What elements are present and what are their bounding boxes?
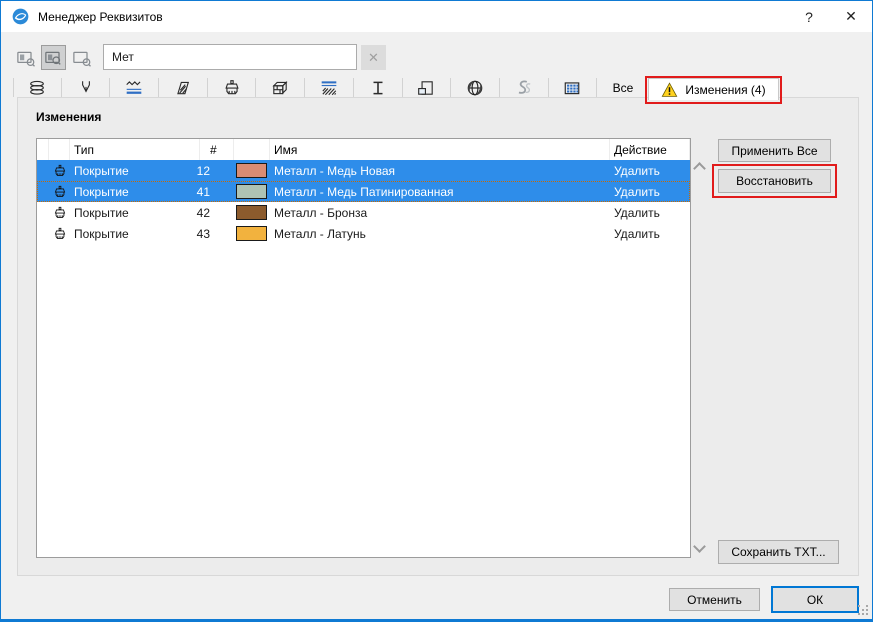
header-name: Имя [270,139,610,160]
color-swatch [236,163,267,178]
row-type: Покрытие [74,184,129,199]
tab-operation-profiles[interactable] [500,78,549,97]
header-type: Тип [70,139,200,160]
row-number: 12 [196,163,210,178]
color-swatch [236,184,267,199]
search-name-icon[interactable] [69,45,94,70]
header-number: # [200,139,234,160]
close-button[interactable]: ✕ [830,1,872,32]
table-row[interactable]: Покрытие 41 Металл - Медь Патинированная… [37,181,690,202]
tab-pens[interactable] [62,78,111,97]
tab-changes[interactable]: Изменения (4) [648,78,779,100]
header-color [234,139,270,160]
restore-button[interactable]: Восстановить [718,169,831,193]
tab-line-types[interactable] [110,78,160,97]
ok-button[interactable]: ОК [771,586,859,613]
tab-cities[interactable] [451,78,500,97]
tab-all[interactable]: Все [597,78,649,97]
attribute-type-tabs [13,78,598,98]
resize-grip[interactable] [858,605,860,607]
table-row[interactable]: Покрытие 12 Металл - Медь Новая Удалить [37,160,690,181]
color-swatch [236,226,267,241]
surface-brush-icon [49,202,70,223]
surface-brush-icon [49,223,70,244]
attribute-manager-dialog: Менеджер Реквизитов ? ✕ ✕ [0,0,873,622]
titlebar: Менеджер Реквизитов ? ✕ [1,1,872,32]
tab-mep-systems[interactable] [549,78,598,97]
tab-building-materials[interactable] [305,78,354,97]
changes-table: Тип # Имя Действие Покрытие 12 Металл - … [36,138,691,558]
row-number: 43 [196,226,210,241]
header-action: Действие [610,139,690,160]
chevron-down-icon[interactable] [693,540,706,553]
row-action: Удалить [614,163,660,178]
help-button[interactable]: ? [788,1,830,32]
search-input[interactable] [103,44,357,70]
row-name: Металл - Бронза [274,205,368,220]
surface-brush-icon [49,181,70,202]
apply-all-button[interactable]: Применить Все [718,139,831,162]
row-type: Покрытие [74,163,129,178]
search-index-and-name-icon[interactable] [41,45,66,70]
warning-icon [662,81,678,97]
tab-layers[interactable] [13,78,62,97]
tab-profiles[interactable] [354,78,403,97]
tab-zone-categories[interactable] [403,78,452,97]
row-name: Металл - Латунь [274,226,366,241]
row-action: Удалить [614,184,660,199]
surface-brush-icon [49,160,70,181]
row-action: Удалить [614,205,660,220]
row-type: Покрытие [74,226,129,241]
tab-composites[interactable] [256,78,306,97]
chevron-up-icon[interactable] [693,162,706,175]
row-number: 42 [196,205,210,220]
tab-fill-types[interactable] [159,78,208,97]
search-toolbar: ✕ [1,32,872,77]
header-icon [49,139,70,160]
changes-panel: Изменения Тип # Имя Действие Покрытие 12 [17,97,859,576]
table-header-row: Тип # Имя Действие [37,139,690,160]
archicad-logo-icon [12,8,29,25]
table-row[interactable]: Покрытие 42 Металл - Бронза Удалить [37,202,690,223]
row-name: Металл - Медь Патинированная [274,184,454,199]
window-title: Менеджер Реквизитов [38,9,163,24]
save-txt-button[interactable]: Сохранить TXT... [718,540,839,564]
clear-search-icon[interactable]: ✕ [361,45,386,70]
section-title: Изменения [36,110,102,124]
row-action: Удалить [614,226,660,241]
tab-surfaces[interactable] [208,78,257,97]
tab-changes-label: Изменения (4) [685,82,766,97]
header-indicator [37,139,49,160]
row-name: Металл - Медь Новая [274,163,395,178]
row-number: 41 [196,184,210,199]
table-row[interactable]: Покрытие 43 Металл - Латунь Удалить [37,223,690,244]
color-swatch [236,205,267,220]
row-type: Покрытие [74,205,129,220]
search-index-icon[interactable] [13,45,38,70]
cancel-button[interactable]: Отменить [669,588,760,611]
